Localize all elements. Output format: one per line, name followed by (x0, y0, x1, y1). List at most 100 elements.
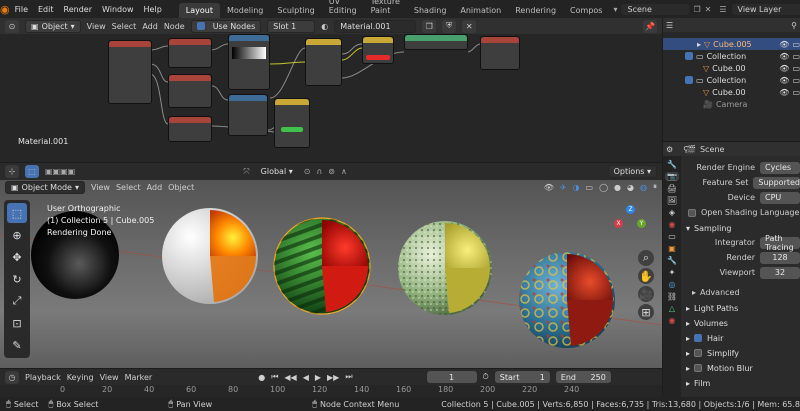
outliner-row-cube[interactable]: ▽ Cube.00 👁 ▭ (663, 62, 800, 74)
eye-icon[interactable]: 👁 (779, 52, 789, 61)
modifier-tab-icon[interactable]: 🔧 (667, 256, 677, 265)
start-frame-field[interactable]: Start 1 (494, 371, 550, 383)
osl-checkbox[interactable] (688, 208, 696, 217)
pause-render-icon[interactable]: ⏸ (653, 182, 657, 192)
tool-tab-icon[interactable]: 🔧 (667, 160, 677, 169)
object-tab-icon[interactable]: ▣ (668, 244, 676, 253)
tab-rendering[interactable]: Rendering (508, 3, 563, 18)
color-ramp-node[interactable] (228, 34, 270, 90)
device-dropdown[interactable]: CPU (760, 191, 800, 204)
timeline-editor-icon[interactable]: ◷ (5, 370, 19, 384)
vector-node[interactable] (168, 116, 212, 142)
outliner-row-cube-005[interactable]: ▸ ▽ Cube.005 👁 ▭ (663, 38, 800, 50)
duplicate-material-icon[interactable]: ❐ (422, 19, 437, 33)
menu-help[interactable]: Help (139, 5, 167, 14)
timeline-menu-playback[interactable]: Playback (25, 373, 61, 382)
select-mode-icon[interactable]: ⬚ (25, 165, 39, 178)
menu-render[interactable]: Render (59, 5, 97, 14)
camera-visibility-icon[interactable]: ▭ (792, 88, 800, 97)
editor-type-icon[interactable]: ⊙ (5, 19, 19, 33)
math-node[interactable] (228, 94, 268, 136)
z-axis-icon[interactable]: Z (626, 205, 635, 214)
cursor-tool-icon[interactable]: ⊕ (7, 225, 27, 245)
prev-keyframe-icon[interactable]: ◀◀ (284, 373, 296, 382)
hair-checkbox[interactable] (694, 334, 703, 342)
eye-icon[interactable]: 👁 (779, 88, 789, 97)
blender-logo-icon[interactable]: ◉ (0, 0, 10, 18)
motion-blur-panel[interactable]: ▸ Motion Blur (682, 360, 800, 375)
feature-set-dropdown[interactable]: Supported (753, 176, 800, 189)
tab-modeling[interactable]: Modeling (220, 3, 270, 18)
integrator-dropdown[interactable]: Path Tracing (760, 234, 800, 252)
node-menu-node[interactable]: Node (164, 22, 185, 31)
rendered-shading-icon[interactable]: ◍ (640, 183, 647, 192)
close-icon[interactable]: ✕ (705, 5, 712, 14)
stopwatch-icon[interactable]: ⏱ (483, 372, 489, 382)
outliner-row-camera[interactable]: 🎥 Camera (663, 98, 800, 110)
viewport-menu-view[interactable]: View (91, 183, 110, 192)
orientation-dropdown[interactable]: Global ▾ (256, 166, 298, 177)
material-field[interactable]: Material.001 (334, 19, 417, 33)
pan-hand-icon[interactable]: ✋ (638, 268, 654, 284)
gizmo-icon[interactable]: ✈ (560, 183, 567, 192)
object-type-dropdown[interactable]: ▣ Object ▾ (25, 19, 81, 33)
object-mode-dropdown[interactable]: ▣ Object Mode ▾ (5, 180, 85, 194)
osl-row[interactable]: Open Shading Language (682, 205, 800, 220)
move-tool-icon[interactable]: ✥ (7, 247, 27, 267)
mapping-node[interactable] (168, 38, 212, 68)
mix-rgb-node[interactable] (362, 36, 394, 64)
physics-tab-icon[interactable]: ◎ (669, 280, 676, 289)
filter-icon[interactable]: ⚲ (791, 21, 797, 30)
visibility-icon[interactable]: 👁 (544, 183, 554, 192)
outliner-row-cube[interactable]: ▽ Cube.00 👁 ▭ (663, 86, 800, 98)
fake-user-icon[interactable]: ⛨ (442, 19, 457, 33)
node-menu-view[interactable]: View (87, 22, 106, 31)
snap-icon[interactable]: ⊙ (304, 167, 311, 176)
camera-visibility-icon[interactable]: ▭ (792, 52, 800, 61)
data-tab-icon[interactable]: △ (669, 304, 675, 313)
output-tab-icon[interactable]: 🖨 (667, 184, 677, 193)
tab-layout[interactable]: Layout (178, 3, 220, 18)
timeline-menu-view[interactable]: View (100, 373, 119, 382)
proportional-icon[interactable]: ⊚ (328, 167, 335, 176)
collection-tab-icon[interactable]: ▭ (668, 232, 676, 241)
camera-visibility-icon[interactable]: ▭ (792, 64, 800, 73)
pin-icon[interactable]: 📌 (643, 19, 657, 33)
jump-end-icon[interactable]: ⏭ (345, 372, 352, 382)
camera-visibility-icon[interactable]: ▭ (792, 76, 800, 85)
box-select-icon[interactable]: ▣▣▣▣ (45, 167, 75, 176)
volumes-panel[interactable]: ▸ Volumes (682, 315, 800, 330)
copy-icon[interactable]: ❐ (693, 5, 700, 14)
film-panel[interactable]: ▸ Film (682, 375, 800, 390)
eye-icon[interactable]: 👁 (779, 64, 789, 73)
viewport-menu-object[interactable]: Object (168, 183, 194, 192)
transform-orientation-icon[interactable]: ⤧ (243, 167, 249, 177)
navigation-gizmo[interactable]: Z X Y (610, 205, 650, 245)
material-sphere-icon[interactable]: ◐ (321, 22, 328, 31)
material-shading-icon[interactable]: ◕ (627, 183, 634, 192)
material-tab-icon[interactable]: ◉ (669, 316, 676, 325)
record-icon[interactable]: ● (258, 373, 265, 382)
texture-coordinate-node[interactable] (108, 40, 152, 104)
mix-node[interactable] (305, 38, 342, 86)
zoom-icon[interactable]: ⌕ (638, 250, 654, 266)
noise-texture-node[interactable] (168, 74, 212, 108)
outliner-row-collection[interactable]: ▭ Collection 👁 ▭ (663, 74, 800, 86)
y-axis-icon[interactable]: Y (637, 219, 646, 228)
falloff-icon[interactable]: ∧ (341, 167, 347, 176)
grid-icon[interactable]: ⊞ (638, 304, 654, 320)
hair-panel[interactable]: ▸ Hair (682, 330, 800, 345)
view-layer-selector[interactable]: ☰ View Layer ❐ ✕ (719, 3, 800, 15)
options-dropdown[interactable]: Options ▾ (607, 165, 657, 178)
scene-tab-icon[interactable]: ◈ (669, 208, 675, 217)
motion-blur-checkbox[interactable] (694, 364, 703, 372)
next-keyframe-icon[interactable]: ▶▶ (327, 373, 339, 382)
solid-shading-icon[interactable]: ● (614, 183, 621, 192)
x-axis-icon[interactable]: X (614, 219, 623, 228)
scale-tool-icon[interactable]: ⤢ (7, 291, 27, 311)
tab-animation[interactable]: Animation (453, 3, 508, 18)
simplify-checkbox[interactable] (694, 349, 703, 357)
annotate-tool-icon[interactable]: ✎ (7, 335, 27, 355)
constraints-tab-icon[interactable]: ⛓ (667, 292, 677, 301)
node-menu-select[interactable]: Select (112, 22, 137, 31)
